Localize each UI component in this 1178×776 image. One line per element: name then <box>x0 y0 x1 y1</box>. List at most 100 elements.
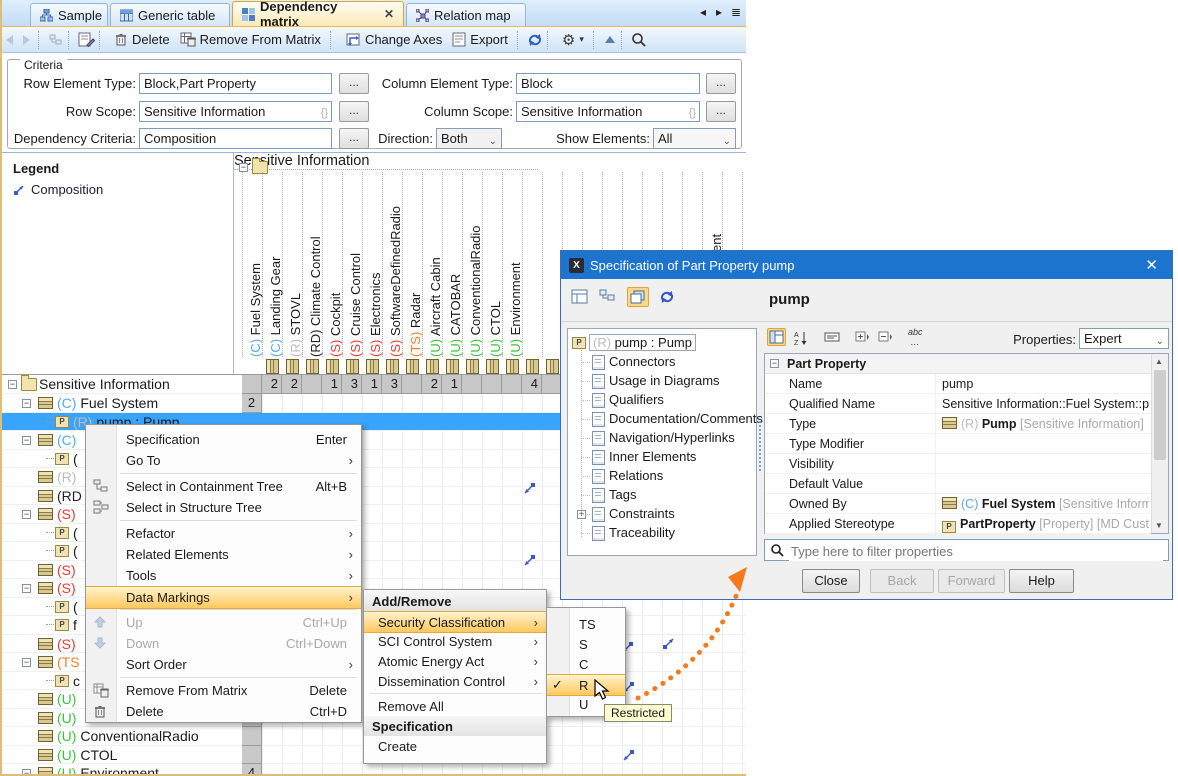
options-button[interactable]: ⚙▾ <box>557 29 589 51</box>
expander-icon[interactable]: − <box>22 584 31 593</box>
column-total-cell[interactable]: 1 <box>322 375 342 394</box>
row-label[interactable]: f <box>73 617 77 633</box>
spec-tree-item-pump-pump[interactable]: P(R) pump : Pump <box>568 334 756 353</box>
tab-list-icon[interactable]: ≣ <box>731 5 741 19</box>
column-element-type-input[interactable]: Block <box>516 73 700 94</box>
menu-item-remove-from-matrix[interactable]: Remove From MatrixDelete <box>86 680 361 701</box>
column-total-cell[interactable]: 3 <box>342 375 362 394</box>
column-total-cell[interactable] <box>302 375 322 394</box>
column-header-Fuel System[interactable]: (C) Fuel System <box>248 263 264 357</box>
menu-item-classification-c[interactable]: C <box>547 654 625 674</box>
property-row-type[interactable]: Type(R) Pump [Sensitive Information] <box>765 414 1151 434</box>
show-elements-select[interactable]: All⌄ <box>653 128 736 149</box>
column-total-cell[interactable] <box>242 375 262 394</box>
menu-item-dissemination-control[interactable]: Dissemination Control› <box>364 671 546 691</box>
menu-item-refactor[interactable]: Refactor› <box>86 523 361 544</box>
spec-tree-item-documentation-comments[interactable]: Documentation/Comments <box>568 410 756 429</box>
column-total-cell[interactable]: 2 <box>422 375 442 394</box>
scroll-thumb[interactable] <box>1154 370 1166 460</box>
tab-sample[interactable]: Sample <box>30 3 108 26</box>
row-scope-input[interactable]: Sensitive Information{} <box>139 101 332 122</box>
column-total-cell[interactable]: 1 <box>362 375 382 394</box>
form-view-icon[interactable] <box>571 289 589 305</box>
menu-item-specification[interactable]: SpecificationEnter <box>86 429 361 450</box>
select-in-tree-icon[interactable] <box>48 33 64 47</box>
menu-item-classification-s[interactable]: S <box>547 634 625 654</box>
expander-icon[interactable]: − <box>22 399 31 408</box>
row-label[interactable]: (U) CTOL <box>57 747 117 763</box>
expander-icon[interactable]: − <box>239 163 248 172</box>
menu-item-classification-ts[interactable]: TS <box>547 614 625 634</box>
row-element-type-browse-button[interactable]: ... <box>339 73 369 94</box>
menu-item-go-to[interactable]: Go To› <box>86 450 361 471</box>
stacked-view-icon[interactable] <box>627 287 649 307</box>
composition-arrow-icon[interactable] <box>523 554 536 567</box>
spec-tree-item-inner-elements[interactable]: Inner Elements <box>568 448 756 467</box>
property-row-qualified-name[interactable]: Qualified NameSensitive Information::Fue… <box>765 394 1151 414</box>
row-label[interactable]: (S) <box>57 562 76 578</box>
column-header-Cockpit[interactable]: (S) Cockpit <box>328 293 344 357</box>
menu-item-down[interactable]: DownCtrl+Down <box>86 633 361 654</box>
row-total-cell[interactable]: 2 <box>242 394 262 413</box>
matrix-row[interactable]: 4−(U) Environment <box>2 764 746 774</box>
menu-item-remove-all[interactable]: Remove All <box>364 696 546 716</box>
column-element-type-browse-button[interactable]: ... <box>706 73 736 94</box>
collapse-panel-icon[interactable] <box>603 34 617 46</box>
filter-box[interactable] <box>764 539 1169 561</box>
refresh-icon[interactable] <box>527 32 543 48</box>
menu-item-data-markings[interactable]: Data Markings› <box>86 586 361 609</box>
column-header-Electronics[interactable]: (S) Electronics <box>368 272 384 357</box>
menu-item-security-classification[interactable]: Security Classification› <box>364 611 546 633</box>
menu-item-sort-order[interactable]: Sort Order› <box>86 654 361 675</box>
menu-item-create[interactable]: Create <box>364 736 546 756</box>
composition-arrow-icon[interactable] <box>523 482 536 495</box>
column-total-cell[interactable]: 3 <box>382 375 402 394</box>
column-header-Aircraft Cabin[interactable]: (U) Aircraft Cabin <box>428 257 444 357</box>
row-label[interactable]: (U) ConventionalRadio <box>57 728 199 744</box>
back-icon[interactable] <box>2 33 18 47</box>
menu-item-delete[interactable]: DeleteCtrl+D <box>86 701 361 722</box>
help-button[interactable]: Help <box>1009 569 1074 593</box>
column-total-cell[interactable] <box>502 375 522 394</box>
row-scope-browse-button[interactable]: ... <box>339 101 369 122</box>
row-root-label[interactable]: Sensitive Information <box>39 376 170 392</box>
properties-mode-select[interactable]: Expert⌄ <box>1079 328 1169 349</box>
expander-icon[interactable]: − <box>22 510 31 519</box>
column-header-Climate Control[interactable]: (RD) Climate Control <box>308 236 324 357</box>
expander-icon[interactable]: − <box>22 769 31 774</box>
scroll-up-icon[interactable]: ▲ <box>1155 357 1163 366</box>
property-value[interactable]: pump <box>935 374 1149 394</box>
row-label[interactable]: (R) <box>57 469 76 485</box>
row-label[interactable]: (RD <box>57 488 82 504</box>
expander-icon[interactable]: − <box>22 658 31 667</box>
property-value[interactable]: Sensitive Information::Fuel System::pump <box>935 394 1149 414</box>
direction-select[interactable]: Both⌄ <box>436 128 502 149</box>
tab-close-icon[interactable]: ✕ <box>384 7 394 21</box>
spec-tree-item-navigation-hyperlinks[interactable]: Navigation/Hyperlinks <box>568 429 756 448</box>
spec-tree-item-tags[interactable]: Tags <box>568 486 756 505</box>
composition-arrow-icon[interactable] <box>622 749 635 762</box>
tab-dependency-matrix[interactable]: Dependency matrix✕ <box>232 1 404 26</box>
tab-relation-map[interactable]: Relation map <box>406 3 526 26</box>
row-label[interactable]: ( <box>73 525 78 541</box>
filter-properties-input[interactable] <box>789 541 1163 561</box>
forward-icon[interactable] <box>18 33 34 47</box>
scroll-down-icon[interactable]: ▼ <box>1155 521 1163 530</box>
column-header-SoftwareDefinedRadio[interactable]: (S) SoftwareDefinedRadio <box>388 206 404 357</box>
splitter-handle[interactable] <box>759 421 761 471</box>
spec-tree-item-constraints[interactable]: +Constraints <box>568 505 756 524</box>
menu-item-related-elements[interactable]: Related Elements› <box>86 544 361 565</box>
export-button[interactable]: Export <box>447 30 513 49</box>
column-scope-input[interactable]: Sensitive Information{} <box>516 101 700 122</box>
property-value[interactable]: PPartProperty [Property] [MD Customiz <box>935 514 1149 534</box>
row-total-cell[interactable]: 4 <box>242 764 262 774</box>
spec-tree-item-traceability[interactable]: Traceability <box>568 524 756 543</box>
standard-view-icon[interactable] <box>767 328 786 346</box>
column-header-Environment[interactable]: (U) Environment <box>508 262 524 357</box>
refresh-icon[interactable] <box>659 289 675 305</box>
column-header-CTOL[interactable]: (U) CTOL <box>488 301 504 357</box>
menu-item-select-in-structure-tree[interactable]: Select in Structure Tree <box>86 497 361 518</box>
tab-scroll-left-icon[interactable]: ◂ <box>700 5 706 19</box>
column-total-cell[interactable] <box>482 375 502 394</box>
composition-arrow-icon[interactable] <box>662 637 675 650</box>
